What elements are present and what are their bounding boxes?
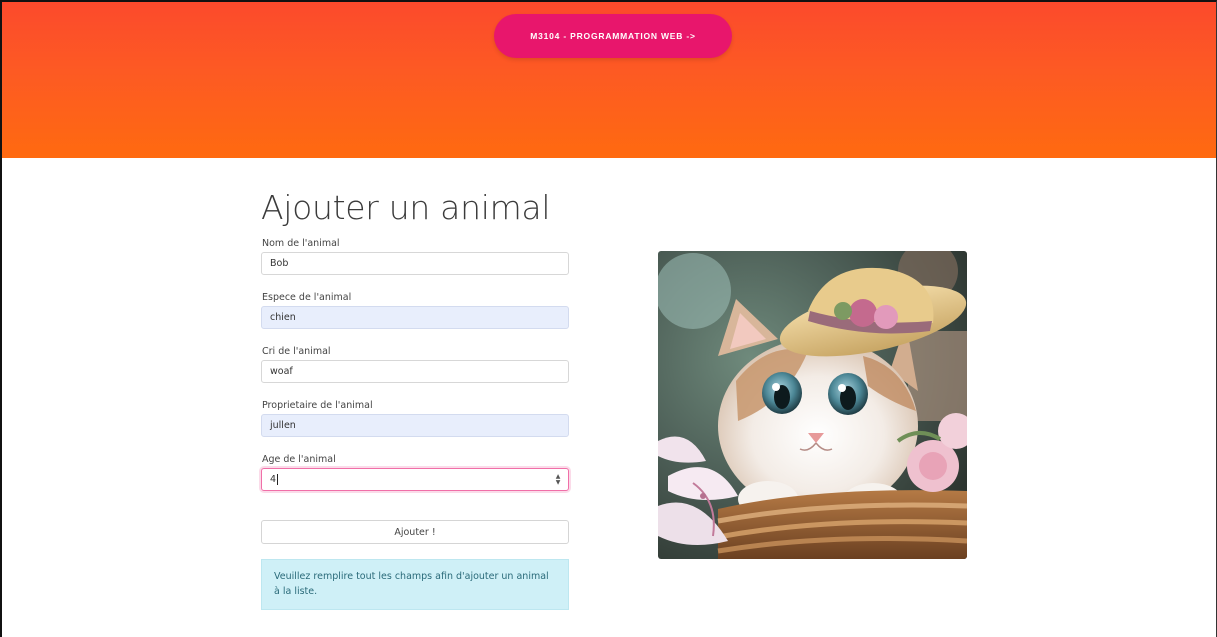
name-input-value: Bob bbox=[270, 258, 289, 269]
owner-input[interactable]: jullen bbox=[261, 414, 569, 437]
kitten-photo bbox=[658, 251, 967, 559]
spinner-down-icon[interactable]: ▼ bbox=[556, 479, 561, 486]
owner-input-value: jullen bbox=[270, 420, 296, 431]
owner-field-label: Proprietaire de l'animal bbox=[262, 400, 373, 411]
course-nav-button[interactable]: M3104 - PROGRAMMATION WEB -> bbox=[494, 14, 732, 58]
age-input-value: 4 bbox=[270, 474, 277, 485]
cry-input-value: woaf bbox=[270, 366, 293, 377]
species-field-label: Espece de l'animal bbox=[262, 292, 352, 303]
cry-field-label: Cri de l'animal bbox=[262, 346, 331, 357]
header-banner: M3104 - PROGRAMMATION WEB -> bbox=[2, 2, 1216, 158]
age-input[interactable]: 4 ▲ ▼ bbox=[261, 468, 569, 491]
species-input-value: chien bbox=[270, 312, 296, 323]
add-animal-button[interactable]: Ajouter ! bbox=[261, 520, 569, 544]
species-input[interactable]: chien bbox=[261, 306, 569, 329]
page-title: Ajouter un animal bbox=[261, 188, 551, 227]
cry-input[interactable]: woaf bbox=[261, 360, 569, 383]
text-cursor bbox=[277, 474, 279, 485]
age-field-label: Age de l'animal bbox=[262, 454, 336, 465]
kitten-illustration bbox=[658, 251, 967, 559]
name-input[interactable]: Bob bbox=[261, 252, 569, 275]
name-field-label: Nom de l'animal bbox=[262, 238, 340, 249]
number-spinner[interactable]: ▲ ▼ bbox=[554, 473, 562, 486]
browser-viewport: M3104 - PROGRAMMATION WEB -> Ajouter un … bbox=[0, 0, 1217, 637]
info-alert: Veuillez remplire tout les champs afin d… bbox=[261, 559, 569, 610]
